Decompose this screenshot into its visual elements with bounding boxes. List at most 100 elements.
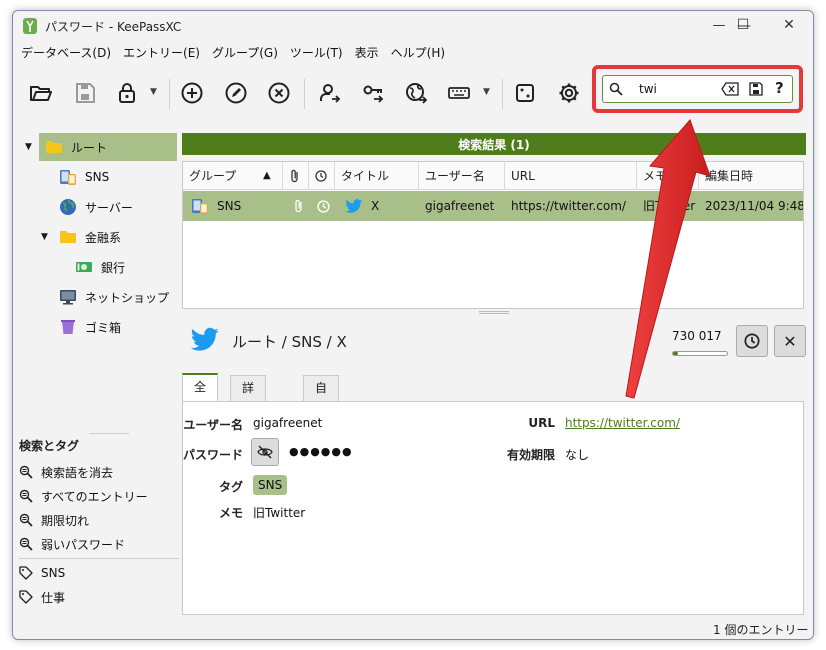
x-circle-icon <box>268 82 290 104</box>
totp-progress-bar <box>672 351 728 356</box>
column-notes[interactable]: メモ <box>637 162 699 190</box>
settings-button[interactable] <box>553 77 585 109</box>
folder-open-icon <box>30 86 52 101</box>
window-title: パスワード - KeePassXC <box>45 20 182 34</box>
twitter-bird-icon <box>345 198 363 213</box>
save-search-icon[interactable] <box>749 82 763 96</box>
add-entry-button[interactable] <box>176 77 208 109</box>
table-details-splitter[interactable] <box>479 311 509 314</box>
search-highlight-frame: twi ? <box>592 65 803 113</box>
column-modified[interactable]: 編集日時 <box>699 162 803 190</box>
label-expires: 有効期限 <box>506 448 555 462</box>
lock-icon <box>119 83 135 103</box>
menu-bar: データベース(D) エントリー(E) グループ(G) ツール(T) 表示 ヘルプ… <box>13 41 813 65</box>
menu-view[interactable]: 表示 <box>349 41 385 65</box>
saved-search-expired[interactable]: 期限切れ <box>19 508 179 532</box>
plus-circle-icon <box>181 82 203 104</box>
tree-item-finance[interactable]: 金融系 <box>59 223 179 251</box>
dice-icon <box>516 84 534 102</box>
copy-password-button[interactable] <box>358 77 390 109</box>
close-details-button[interactable]: ✕ <box>774 325 806 357</box>
label-password: パスワード <box>183 448 244 462</box>
row-username: gigafreenet <box>425 199 495 213</box>
column-url[interactable]: URL <box>505 162 637 190</box>
close-window-button[interactable]: ✕ <box>766 10 812 40</box>
root-expand-arrow-icon[interactable]: ▼ <box>25 142 32 152</box>
value-expires: なし <box>565 448 590 462</box>
menu-groups[interactable]: グループ(G) <box>206 41 284 65</box>
saved-search-all-entries[interactable]: すべてのエントリー <box>19 484 179 508</box>
tab-autotype[interactable]: 自動入力 <box>303 375 340 467</box>
row-group: SNS <box>217 199 242 213</box>
menu-entries[interactable]: エントリー(E) <box>117 41 206 65</box>
saved-search-weak-passwords[interactable]: 弱いパスワード <box>19 532 179 556</box>
password-generator-button[interactable] <box>509 77 541 109</box>
general-tab-panel: ユーザー名 gigafreenet パスワード ●●●●●● タグ SNS メモ… <box>182 401 804 615</box>
copy-url-button[interactable] <box>401 77 433 109</box>
delete-entry-button[interactable] <box>263 77 295 109</box>
label-notes: メモ <box>218 506 243 520</box>
lock-dropdown-icon[interactable]: ▼ <box>150 87 157 97</box>
monitor-icon <box>60 290 76 305</box>
tree-item-trash[interactable]: ゴミ箱 <box>59 313 179 341</box>
value-notes: 旧Twitter <box>253 506 306 520</box>
column-title[interactable]: タイトル <box>335 162 419 190</box>
menu-tools[interactable]: ツール(T) <box>284 41 349 65</box>
maximize-icon: ☐ <box>736 17 750 33</box>
search-input[interactable]: twi ? <box>602 75 793 103</box>
show-password-button[interactable] <box>251 438 279 466</box>
finance-expand-arrow-icon[interactable]: ▼ <box>41 232 48 242</box>
saved-search-clear[interactable]: 検索語を消去 <box>19 460 179 484</box>
keyboard-icon <box>448 87 470 99</box>
column-username[interactable]: ユーザー名 <box>419 162 505 190</box>
tag-icon <box>19 590 33 604</box>
twitter-bird-icon <box>190 327 219 351</box>
tree-item-server[interactable]: サーバー <box>59 193 179 221</box>
tree-item-netshop[interactable]: ネットショップ <box>59 283 179 311</box>
gear-icon <box>559 83 579 103</box>
search-results-header: 検索結果 (1) <box>182 133 806 155</box>
tree-item-bank[interactable]: 銀行 <box>75 253 179 281</box>
label-url: URL <box>528 416 555 430</box>
tag-item-work[interactable]: 仕事 <box>19 585 179 609</box>
close-icon: ✕ <box>783 331 797 351</box>
clock-icon <box>315 170 327 182</box>
maximize-button[interactable]: ☐ <box>720 10 766 40</box>
tree-item-sns[interactable]: SNS <box>59 163 179 191</box>
value-username[interactable]: gigafreenet <box>253 416 322 430</box>
search-query: twi <box>639 82 657 96</box>
copy-username-button[interactable] <box>314 77 346 109</box>
tag-item-sns[interactable]: SNS <box>19 561 179 585</box>
tab-advanced[interactable]: 詳細設定 <box>230 375 267 467</box>
save-database-button[interactable] <box>69 77 101 109</box>
clock-icon <box>317 200 330 213</box>
value-url-link[interactable]: https://twitter.com/ <box>565 416 680 430</box>
open-database-button[interactable] <box>25 77 57 109</box>
status-entry-count: 1 個のエントリー <box>713 623 809 637</box>
search-help-button[interactable]: ? <box>775 79 784 97</box>
keepassxc-logo-icon <box>23 18 37 34</box>
money-icon <box>76 262 92 272</box>
lock-database-button[interactable] <box>111 77 143 109</box>
column-totp[interactable] <box>309 162 335 190</box>
clear-search-icon[interactable] <box>721 82 739 96</box>
table-row[interactable]: SNS X gigafreenet https://twitter.com/ 旧… <box>183 191 803 221</box>
group-tree: ルート ▼ SNS サーバー ▼ 金融系 銀行 ネットショップ ゴミ箱 <box>13 129 181 429</box>
row-notes: 旧Twitter <box>643 199 696 213</box>
label-username: ユーザー名 <box>183 418 243 432</box>
autotype-dropdown-icon[interactable]: ▼ <box>483 87 490 97</box>
table-header: グループ ▲ タイトル ユーザー名 URL メモ 編集日時 <box>183 162 803 190</box>
search-list-icon <box>19 537 33 551</box>
autotype-button[interactable] <box>443 77 475 109</box>
column-attachment[interactable] <box>283 162 309 190</box>
menu-help[interactable]: ヘルプ(H) <box>385 41 451 65</box>
tree-item-root[interactable]: ルート <box>39 133 177 161</box>
sort-ascending-icon: ▲ <box>263 170 271 181</box>
value-password[interactable]: ●●●●●● <box>289 445 353 458</box>
totp-timer-button[interactable] <box>736 325 768 357</box>
edit-entry-button[interactable] <box>220 77 252 109</box>
menu-database[interactable]: データベース(D) <box>15 41 117 65</box>
label-tags: タグ <box>218 480 243 494</box>
tab-general[interactable]: 全般 <box>182 373 219 418</box>
search-list-icon <box>19 513 33 527</box>
